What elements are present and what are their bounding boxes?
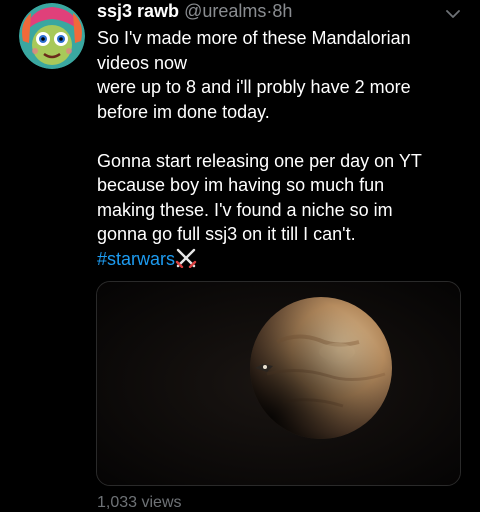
tweet-text: So I'v made more of these Mandalorian vi…: [97, 26, 467, 271]
video-thumbnail[interactable]: [96, 281, 461, 486]
display-name[interactable]: ssj3 rawb: [97, 1, 179, 21]
tweet-line: gonna go full ssj3 on it till I can't.: [97, 224, 356, 244]
avatar[interactable]: [19, 3, 85, 69]
tweet-line: were up to 8 and i'll probly have 2 more: [97, 77, 411, 97]
chevron-down-icon[interactable]: [446, 6, 460, 18]
user-handle[interactable]: @urealms: [184, 1, 266, 21]
view-count: 1,033 views: [97, 494, 182, 511]
hashtag-link[interactable]: #starwars: [97, 249, 175, 269]
hashtag-line: #starwars: [97, 247, 467, 272]
timestamp[interactable]: 8h: [272, 1, 292, 21]
tweet-line: Gonna start releasing one per day on YT: [97, 150, 422, 171]
tweet-line: because boy im having so much fun: [97, 175, 385, 195]
tweet-line: before im done today.: [97, 101, 270, 122]
tweet-header: ssj3 rawb @urealms·8h: [97, 0, 467, 24]
crossed-swords-icon: [175, 248, 197, 268]
tweet-line: videos now: [97, 52, 188, 73]
tweet-line: making these. I'v found a niche so im: [97, 199, 393, 220]
tweet-line: So I'v made more of these Mandalorian: [97, 28, 411, 48]
